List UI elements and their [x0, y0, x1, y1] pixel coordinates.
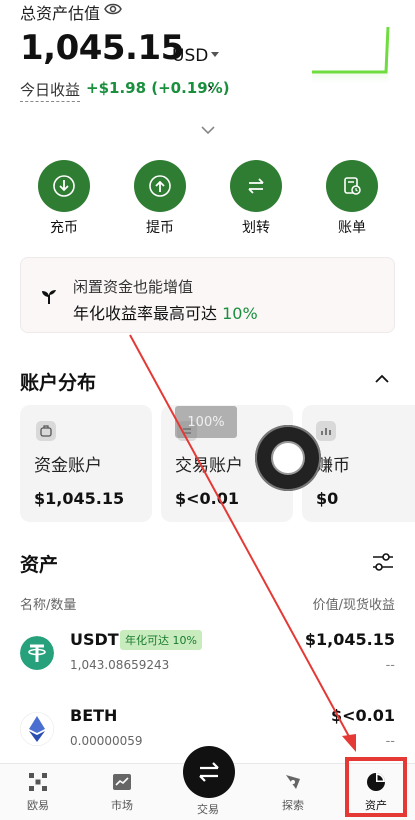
- bill-button[interactable]: [326, 160, 378, 212]
- asset-amount: 0.00000059: [70, 734, 143, 748]
- card-value: $0: [316, 489, 339, 508]
- nav-label: 交易: [197, 803, 219, 816]
- asset-value: $<0.01: [330, 706, 395, 725]
- card-name: 赚币: [316, 456, 350, 476]
- chevron-down-icon[interactable]: [200, 125, 216, 135]
- assets-title: 资产: [20, 554, 59, 576]
- nav-market[interactable]: 市场: [92, 771, 152, 813]
- chevron-up-icon[interactable]: [374, 374, 390, 384]
- deposit-label: 充币: [50, 220, 78, 236]
- nav-trade-label-wrap[interactable]: 交易: [178, 801, 238, 817]
- okx-logo-icon: [29, 773, 47, 791]
- funding-account-card[interactable]: 资金账户 $1,045.15: [20, 405, 152, 522]
- transfer-label: 划转: [242, 220, 270, 236]
- trade-swap-icon: [199, 762, 219, 782]
- today-pnl-label[interactable]: 今日收益: [20, 79, 81, 102]
- deposit-button[interactable]: [38, 160, 90, 212]
- promo-rate: 10%: [222, 304, 258, 323]
- nav-label: 探索: [282, 799, 304, 812]
- promo-line1: 闲置资金也能增值: [73, 278, 194, 296]
- filter-sliders-icon[interactable]: [372, 552, 394, 572]
- balance-sparkline: [312, 26, 390, 84]
- market-chart-icon: [113, 774, 131, 790]
- withdraw-button[interactable]: [134, 160, 186, 212]
- asset-symbol: USDT: [70, 630, 119, 649]
- currency-selector[interactable]: USD: [172, 46, 208, 66]
- promo-line2: 年化收益率最高可达 10%: [73, 300, 258, 324]
- asset-pnl: --: [385, 658, 395, 673]
- card-value: $1,045.15: [34, 489, 125, 508]
- card-value: $<0.01: [175, 489, 240, 508]
- eth-coin-icon: [20, 712, 54, 746]
- nav-label: 欧易: [27, 799, 49, 812]
- asset-value: $1,045.15: [304, 630, 395, 649]
- promo-line2-text: 年化收益率最高可达: [73, 304, 223, 323]
- transfer-button[interactable]: [230, 160, 282, 212]
- touch-indicator-center: [271, 441, 305, 475]
- card-name: 资金账户: [34, 456, 102, 476]
- withdraw-icon: [149, 175, 171, 197]
- asset-pnl: --: [385, 734, 395, 749]
- nav-okx[interactable]: 欧易: [8, 771, 68, 813]
- bill-icon: [344, 177, 361, 195]
- asset-symbol: BETH: [70, 706, 118, 725]
- wallet-icon: [36, 421, 56, 441]
- asset-row-usdt[interactable]: USDT 年化可达 10% 1,043.08659243 $1,045.15 -…: [0, 620, 415, 690]
- column-header-value[interactable]: 价值/现货收益: [313, 594, 395, 613]
- asset-amount: 1,043.08659243: [70, 658, 170, 672]
- withdraw-label: 提币: [146, 220, 174, 236]
- bill-label: 账单: [338, 220, 366, 236]
- caret-down-icon[interactable]: [211, 52, 219, 57]
- earn-icon: [316, 421, 336, 441]
- earn-promo-banner[interactable]: 闲置资金也能增值 年化收益率最高可达 10%: [20, 257, 395, 333]
- sprout-icon: [42, 290, 56, 304]
- total-assets-label: 总资产估值: [20, 4, 101, 23]
- usdt-coin-icon: [20, 636, 54, 670]
- nav-explore[interactable]: 探索: [263, 771, 323, 813]
- deposit-icon: [53, 175, 75, 197]
- nav-label: 市场: [111, 799, 133, 812]
- earn-badge[interactable]: 年化可达 10%: [120, 630, 202, 650]
- nav-trade-button[interactable]: [183, 746, 235, 798]
- card-name: 交易账户: [175, 456, 243, 476]
- annotation-highlight-box: [345, 757, 407, 817]
- transfer-icon: [248, 178, 264, 194]
- chevron-right-icon[interactable]: ›: [207, 78, 213, 97]
- total-balance: 1,045.15: [20, 28, 184, 68]
- explore-compass-icon: [286, 775, 300, 789]
- accounts-title: 账户分布: [20, 372, 97, 394]
- column-header-name: 名称/数量: [20, 598, 77, 613]
- zoom-indicator: 100%: [175, 406, 237, 438]
- eye-icon[interactable]: [104, 2, 122, 16]
